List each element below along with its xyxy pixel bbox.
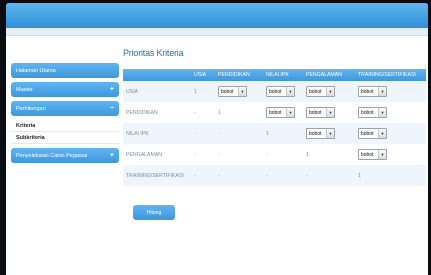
table-row: NILAI IPK - -1 bobot ▼ bobot ▼ <box>123 123 426 144</box>
bobot-select[interactable]: bobot ▼ <box>306 86 335 97</box>
table-cell: bobot ▼ <box>263 102 303 123</box>
column-header: USIA <box>191 69 215 81</box>
select-value: bobot <box>309 109 322 116</box>
row-label: NILAI IPK <box>123 123 191 144</box>
chevron-down-icon: ▼ <box>238 87 246 96</box>
chevron-down-icon: ▼ <box>378 129 386 138</box>
select-value: bobot <box>309 130 322 137</box>
row-label: USIA <box>123 81 191 102</box>
chevron-down-icon: ▼ <box>326 129 334 138</box>
table-cell: - <box>263 165 303 186</box>
header-bar <box>6 3 428 28</box>
sidebar-subitem-subkriteria[interactable]: Subkriteria <box>11 132 119 144</box>
sidebar-item-label: Perhitungan <box>16 105 46 112</box>
table-cell: 1 <box>355 165 426 186</box>
column-header: NILAI IPK <box>263 69 303 81</box>
table-cell: bobot ▼ <box>355 102 426 123</box>
chevron-down-icon: ▼ <box>378 87 386 96</box>
sidebar: Halaman Utama Master + Perhitungan − Kri… <box>11 63 119 167</box>
select-value: bobot <box>269 109 282 116</box>
table-cell: bobot ▼ <box>303 81 355 102</box>
column-header: TRAINING/SERTIFIKASI <box>355 69 426 81</box>
chevron-down-icon: ▼ <box>378 108 386 117</box>
hitung-button[interactable]: Hitung <box>133 205 175 220</box>
select-value: bobot <box>309 88 322 95</box>
sidebar-item-label: Penyeleksian Calon Pegawai <box>16 152 88 159</box>
table-cell: - <box>218 151 220 158</box>
column-header <box>123 69 191 81</box>
chevron-down-icon: ▼ <box>286 87 294 96</box>
select-value: bobot <box>361 88 374 95</box>
table-cell: bobot ▼ <box>303 102 355 123</box>
select-value: bobot <box>361 109 374 116</box>
chevron-down-icon: ▼ <box>326 108 334 117</box>
table-cell: - <box>215 165 263 186</box>
expand-icon: + <box>109 152 114 159</box>
select-value: bobot <box>361 151 374 158</box>
sidebar-item-perhitungan[interactable]: Perhitungan − <box>11 101 119 116</box>
bobot-select[interactable]: bobot ▼ <box>358 107 387 118</box>
table-row: USIA 1 bobot ▼ bobot ▼ bobot ▼ bobot ▼ <box>123 81 426 102</box>
table-header-row: USIA PENDIDIKAN NILAI IPK PENGALAMAN TRAININ… <box>123 69 426 81</box>
table-cell: - <box>194 109 196 116</box>
table-cell: bobot ▼ <box>263 81 303 102</box>
row-label: PENDIDIKAN <box>126 109 158 116</box>
sidebar-item-label: Master <box>16 86 33 93</box>
expand-icon: + <box>109 86 114 93</box>
table-cell: - <box>266 151 268 158</box>
table-cell: bobot ▼ <box>355 81 426 102</box>
sidebar-subitem-kriteria[interactable]: Kriteria <box>11 120 119 132</box>
criteria-table: USIA PENDIDIKAN NILAI IPK PENGALAMAN TRAININ… <box>123 69 426 186</box>
column-header: PENGALAMAN <box>303 69 355 81</box>
table-cell: bobot ▼ <box>355 123 426 144</box>
bobot-select[interactable]: bobot ▼ <box>306 107 335 118</box>
table-cell: - <box>303 165 355 186</box>
table-row: PENDIDIKAN - 1 bobot ▼ bobot ▼ bobot ▼ <box>123 102 426 123</box>
select-value: bobot <box>269 88 282 95</box>
chevron-down-icon: ▼ <box>326 87 334 96</box>
bobot-select[interactable]: bobot ▼ <box>306 128 335 139</box>
select-value: bobot <box>221 88 234 95</box>
select-value: bobot <box>361 130 374 137</box>
bobot-select[interactable]: bobot ▼ <box>218 86 247 97</box>
table-row: TRAINING/SERTIFIKASI - - - -1 <box>123 165 426 186</box>
sidebar-item-master[interactable]: Master + <box>11 82 119 97</box>
row-label: PENGALAMAN <box>126 151 163 158</box>
sidebar-item-label: Halaman Utama <box>16 67 56 74</box>
bobot-select[interactable]: bobot ▼ <box>358 86 387 97</box>
bobot-select[interactable]: bobot ▼ <box>266 86 295 97</box>
sidebar-item-penyeleksian[interactable]: Penyeleksian Calon Pegawai + <box>11 148 119 163</box>
collapse-icon: − <box>109 105 114 112</box>
chevron-down-icon: ▼ <box>286 108 294 117</box>
table-cell: 1 <box>263 123 303 144</box>
table-cell: 1 <box>218 109 221 116</box>
table-cell: - <box>191 165 215 186</box>
bobot-select[interactable]: bobot ▼ <box>358 128 387 139</box>
row-label: TRAINING/SERTIFIKASI <box>123 165 191 186</box>
table-cell: 1 <box>191 81 215 102</box>
column-header: PENDIDIKAN <box>215 69 263 81</box>
table-cell: bobot ▼ <box>303 123 355 144</box>
table-row: PENGALAMAN - - - 1 bobot ▼ <box>123 144 426 165</box>
bobot-select[interactable]: bobot ▼ <box>358 149 387 160</box>
table-cell: - <box>215 123 263 144</box>
table-cell: bobot ▼ <box>355 144 426 165</box>
chevron-down-icon: ▼ <box>378 150 386 159</box>
header-subbar <box>6 28 428 36</box>
page-title: Prioritas Kriteria <box>123 48 184 58</box>
table-cell: - <box>191 123 215 144</box>
main-content: Prioritas Kriteria USIA PENDIDIKAN NILAI I… <box>123 48 426 186</box>
table-cell: - <box>194 151 196 158</box>
app-window: Halaman Utama Master + Perhitungan − Kri… <box>6 3 428 275</box>
sidebar-item-halaman-utama[interactable]: Halaman Utama <box>11 63 119 78</box>
bobot-select[interactable]: bobot ▼ <box>266 107 295 118</box>
table-cell: 1 <box>306 151 309 158</box>
table-cell: bobot ▼ <box>215 81 263 102</box>
